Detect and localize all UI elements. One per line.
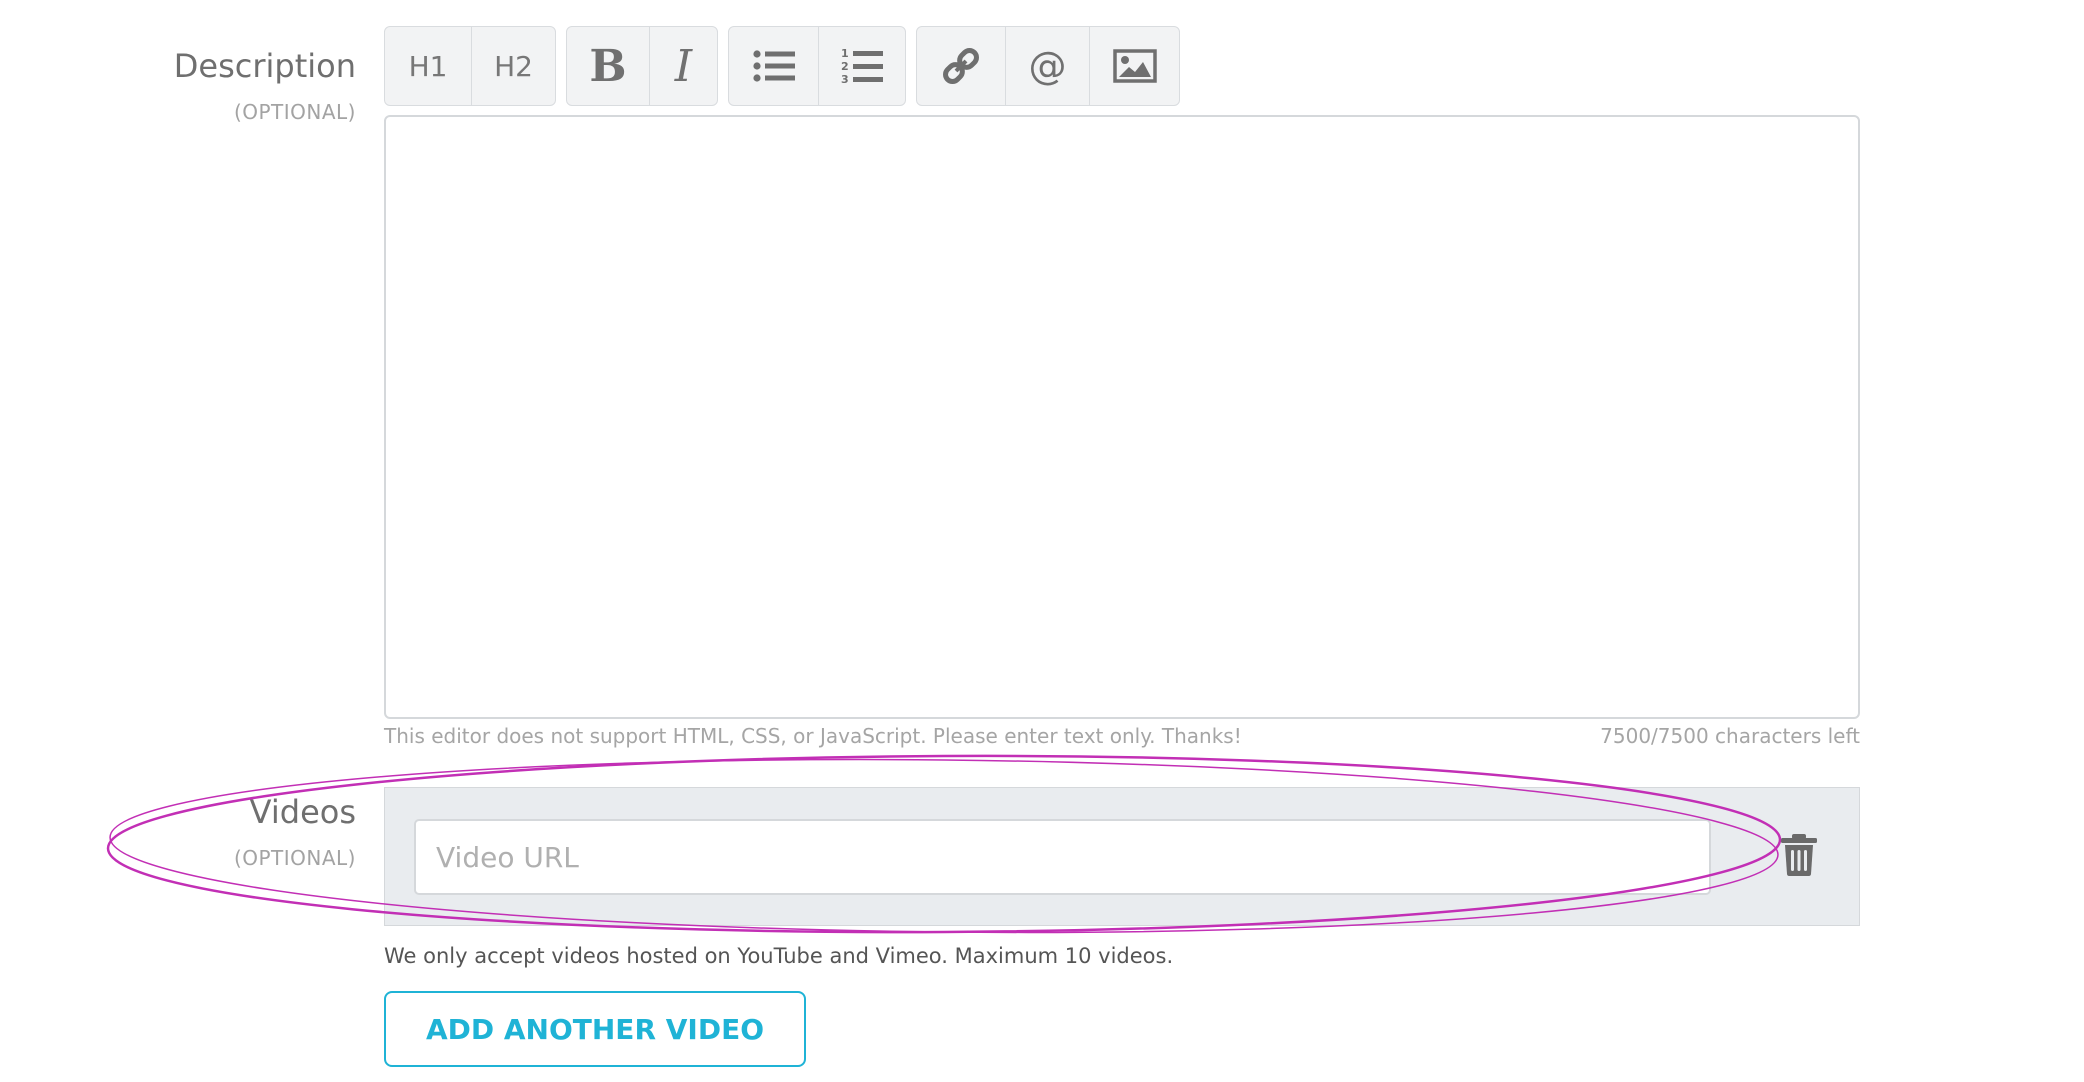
description-optional-label: (OPTIONAL) — [233, 100, 356, 124]
svg-text:3: 3 — [841, 73, 849, 86]
trash-icon[interactable] — [1779, 833, 1819, 877]
bullet-list-icon — [752, 50, 795, 82]
image-button[interactable] — [1089, 27, 1179, 105]
insert-button-group: @ — [916, 26, 1180, 106]
videos-label-block: Videos (OPTIONAL) — [234, 792, 356, 872]
numbered-list-button[interactable]: 1 2 3 — [818, 27, 905, 105]
format-button-group: B I — [566, 26, 718, 106]
video-note: We only accept videos hosted on YouTube … — [384, 944, 1174, 968]
editor-footer: This editor does not support HTML, CSS, … — [384, 722, 1860, 754]
heading-button-group: H1 H2 — [384, 26, 556, 106]
video-url-input[interactable] — [414, 819, 1711, 895]
numbered-list-icon: 1 2 3 — [841, 47, 883, 86]
list-button-group: 1 2 3 — [728, 26, 906, 106]
h1-button[interactable]: H1 — [385, 27, 471, 105]
bullet-list-button[interactable] — [729, 27, 818, 105]
link-button[interactable] — [917, 27, 1005, 105]
videos-label: Videos — [249, 793, 356, 831]
videos-optional-label: (OPTIONAL) — [233, 846, 356, 870]
image-icon — [1112, 49, 1157, 83]
add-another-video-button[interactable]: ADD ANOTHER VIDEO — [384, 991, 806, 1067]
link-icon — [943, 48, 979, 84]
svg-text:1: 1 — [841, 47, 849, 60]
description-label-block: Description (OPTIONAL) — [174, 46, 356, 126]
description-editor[interactable] — [384, 115, 1860, 719]
video-url-panel — [384, 787, 1860, 926]
svg-text:2: 2 — [841, 60, 849, 73]
mention-button[interactable]: @ — [1005, 27, 1089, 105]
h2-button[interactable]: H2 — [471, 27, 555, 105]
editor-hint: This editor does not support HTML, CSS, … — [384, 724, 1242, 748]
character-counter: 7500/7500 characters left — [1600, 724, 1860, 748]
bold-button[interactable]: B — [567, 27, 649, 105]
italic-button[interactable]: I — [649, 27, 717, 105]
page: Description (OPTIONAL) H1 H2 B I 1 2 3 @… — [0, 0, 2084, 1082]
description-label: Description — [173, 47, 356, 85]
